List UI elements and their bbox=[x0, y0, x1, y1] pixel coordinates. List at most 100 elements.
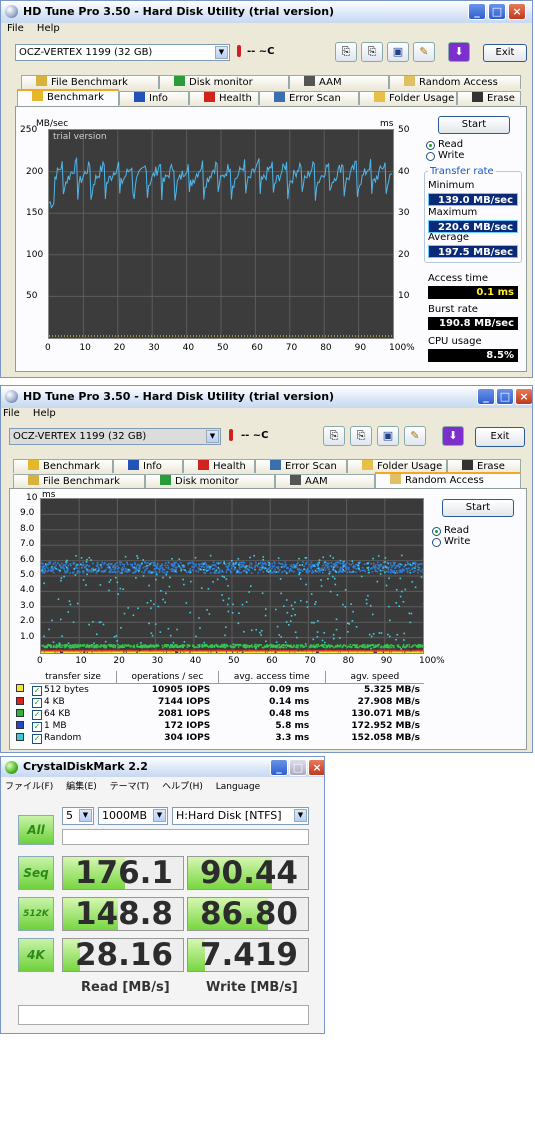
title-bar[interactable]: HD Tune Pro 3.50 - Hard Disk Utility (tr… bbox=[1, 386, 532, 408]
tab-erase[interactable]: Erase bbox=[447, 459, 521, 473]
tab-health[interactable]: Health bbox=[183, 459, 255, 473]
tab-aam[interactable]: AAM bbox=[289, 75, 389, 89]
1mb-point bbox=[171, 568, 174, 570]
minimize-button[interactable]: _ bbox=[468, 3, 486, 20]
minimize-button[interactable]: _ bbox=[477, 388, 495, 405]
512b-point bbox=[292, 651, 295, 653]
series-checkbox[interactable]: ✓ bbox=[32, 709, 42, 720]
tab-info[interactable]: Info bbox=[119, 91, 189, 105]
series-checkbox[interactable]: ✓ bbox=[32, 685, 42, 696]
copy-text-icon[interactable]: ⎘ bbox=[335, 42, 357, 62]
series-checkbox[interactable]: ✓ bbox=[32, 733, 42, 744]
passes-select[interactable]: 5 ▼ bbox=[62, 807, 94, 825]
drive-select[interactable]: OCZ-VERTEX 1199 (32 GB) ▼ bbox=[9, 428, 221, 445]
chevron-down-icon[interactable]: ▼ bbox=[79, 809, 92, 822]
series-checkbox[interactable]: ✓ bbox=[32, 721, 42, 732]
exit-button[interactable]: Exit bbox=[475, 427, 525, 447]
1mb-point bbox=[284, 565, 287, 568]
close-button[interactable]: × bbox=[308, 759, 324, 776]
menu-theme[interactable]: テーマ(T) bbox=[110, 782, 150, 792]
tab-health[interactable]: Health bbox=[189, 91, 259, 105]
menu-edit[interactable]: 編集(E) bbox=[66, 782, 97, 792]
tab-disk-monitor[interactable]: Disk monitor bbox=[159, 75, 289, 89]
series-color-swatch bbox=[14, 696, 30, 708]
4kb-point bbox=[263, 650, 265, 652]
copy-screenshot-icon[interactable]: ⎘ bbox=[350, 426, 372, 446]
tab-info[interactable]: Info bbox=[113, 459, 183, 473]
series-color-swatch bbox=[14, 720, 30, 732]
tab-random-access[interactable]: Random Access bbox=[389, 75, 521, 89]
1mb-point bbox=[411, 564, 414, 566]
copy-text-icon[interactable]: ⎘ bbox=[323, 426, 345, 446]
download-icon[interactable]: ⬇ bbox=[448, 42, 470, 62]
tab-error-scan[interactable]: Error Scan bbox=[255, 459, 347, 473]
write-radio[interactable] bbox=[432, 538, 441, 547]
read-radio[interactable] bbox=[426, 141, 435, 150]
random-point bbox=[402, 601, 405, 603]
start-button[interactable]: Start bbox=[442, 499, 514, 517]
maximize-button[interactable]: □ bbox=[289, 759, 307, 776]
target-drive-select[interactable]: H:Hard Disk [NTFS] ▼ bbox=[172, 807, 309, 825]
tab-aam[interactable]: AAM bbox=[275, 474, 375, 488]
save-icon[interactable]: ▣ bbox=[377, 426, 399, 446]
random-point bbox=[157, 605, 160, 608]
menu-help[interactable]: ヘルプ(H) bbox=[162, 782, 203, 792]
64kb-point bbox=[349, 643, 352, 646]
tab-random-access[interactable]: Random Access bbox=[375, 472, 521, 489]
comment-field-bottom[interactable] bbox=[18, 1005, 309, 1025]
all-button[interactable]: All bbox=[18, 815, 54, 845]
series-checkbox[interactable]: ✓ bbox=[32, 697, 42, 708]
read-radio[interactable] bbox=[432, 527, 441, 536]
menu-help[interactable]: Help bbox=[33, 408, 56, 419]
random-point bbox=[250, 585, 252, 587]
64kb-point bbox=[270, 646, 272, 648]
close-button[interactable]: × bbox=[515, 388, 532, 405]
options-icon[interactable]: ✎ bbox=[404, 426, 426, 446]
exit-button[interactable]: Exit bbox=[483, 44, 527, 62]
4kb-point bbox=[185, 649, 187, 652]
tab-file-benchmark[interactable]: File Benchmark bbox=[13, 474, 145, 488]
close-button[interactable]: × bbox=[508, 3, 526, 20]
menu-language[interactable]: Language bbox=[216, 782, 260, 792]
menu-help[interactable]: Help bbox=[37, 23, 60, 34]
1mb-point bbox=[288, 569, 291, 571]
drive-select[interactable]: OCZ-VERTEX 1199 (32 GB) ▼ bbox=[15, 44, 230, 61]
tab-erase[interactable]: Erase bbox=[457, 91, 521, 105]
chevron-down-icon[interactable]: ▼ bbox=[153, 809, 166, 822]
4kb-point bbox=[322, 650, 324, 652]
tab-disk-monitor[interactable]: Disk monitor bbox=[145, 474, 275, 488]
copy-screenshot-icon[interactable]: ⎘ bbox=[361, 42, 383, 62]
tab-benchmark[interactable]: Benchmark bbox=[13, 459, 113, 473]
chevron-down-icon[interactable]: ▼ bbox=[206, 430, 219, 443]
chevron-down-icon[interactable]: ▼ bbox=[215, 46, 228, 59]
512b-point bbox=[419, 651, 421, 653]
save-icon[interactable]: ▣ bbox=[387, 42, 409, 62]
menu-file[interactable]: File bbox=[3, 408, 20, 419]
start-button[interactable]: Start bbox=[438, 116, 510, 134]
size-select[interactable]: 1000MB ▼ bbox=[98, 807, 168, 825]
title-bar[interactable]: HD Tune Pro 3.50 - Hard Disk Utility (tr… bbox=[1, 1, 532, 23]
minimize-button[interactable]: _ bbox=[270, 759, 288, 776]
tab-file-benchmark[interactable]: File Benchmark bbox=[21, 75, 159, 89]
1mb-point bbox=[300, 569, 302, 571]
comment-field-top[interactable] bbox=[62, 829, 309, 845]
tab-folder-usage[interactable]: Folder Usage bbox=[347, 459, 447, 473]
tab-error-scan[interactable]: Error Scan bbox=[259, 91, 359, 105]
download-icon[interactable]: ⬇ bbox=[442, 426, 464, 446]
random-point bbox=[67, 611, 70, 613]
menu-file[interactable]: ファイル(F) bbox=[5, 782, 53, 792]
maximize-button[interactable]: □ bbox=[496, 388, 514, 405]
512b-point bbox=[417, 651, 420, 653]
random-point bbox=[294, 631, 297, 633]
64kb-point bbox=[356, 644, 358, 646]
title-bar[interactable]: CrystalDiskMark 2.2 _ □ × bbox=[1, 757, 324, 777]
options-icon[interactable]: ✎ bbox=[413, 42, 435, 62]
random-point bbox=[316, 636, 319, 638]
chevron-down-icon[interactable]: ▼ bbox=[294, 809, 307, 822]
tab-folder-usage[interactable]: Folder Usage bbox=[359, 91, 457, 105]
tab-benchmark[interactable]: Benchmark bbox=[17, 89, 119, 107]
write-radio[interactable] bbox=[426, 152, 435, 161]
4kb-point bbox=[150, 649, 153, 652]
maximize-button[interactable]: □ bbox=[488, 3, 506, 20]
menu-file[interactable]: File bbox=[7, 23, 24, 34]
